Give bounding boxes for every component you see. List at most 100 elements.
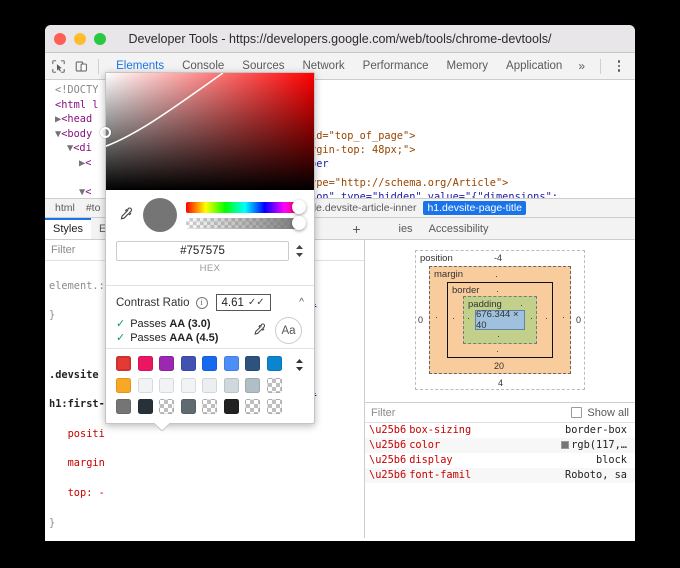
box-model-margin-bottom[interactable]: 20: [494, 361, 504, 371]
check-icon-aaa: ✓: [116, 331, 125, 344]
tab-properties[interactable]: ies: [391, 218, 421, 239]
palette-spinner-icon[interactable]: [295, 356, 304, 372]
box-model-margin-right[interactable]: ·: [562, 312, 565, 322]
saturation-cursor[interactable]: [100, 127, 111, 138]
palette-swatch-8[interactable]: [267, 356, 282, 371]
info-icon[interactable]: i: [196, 297, 208, 309]
palette-swatch-13[interactable]: [202, 378, 217, 393]
close-button[interactable]: [54, 33, 66, 45]
computed-filter-input[interactable]: Filter: [371, 407, 395, 419]
device-toolbar-icon[interactable]: [73, 56, 91, 76]
kebab-menu-icon[interactable]: [609, 60, 629, 72]
tab-styles[interactable]: Styles: [45, 218, 91, 239]
palette-swatch-21[interactable]: [202, 399, 217, 414]
color-picker-popup[interactable]: #757575 HEX Contrast Ratio i 4.61 ✓✓ ^: [105, 72, 315, 424]
tab-memory[interactable]: Memory: [438, 53, 498, 79]
palette-swatch-18[interactable]: [138, 399, 153, 414]
palette-swatch-6[interactable]: [224, 356, 239, 371]
show-all-checkbox[interactable]: [571, 407, 582, 418]
dom-line-doctype[interactable]: <!DOCTY: [55, 84, 98, 96]
alpha-slider-knob[interactable]: [292, 216, 306, 230]
computed-filter-bar[interactable]: Filter Show all: [365, 402, 635, 423]
tab-performance[interactable]: Performance: [354, 53, 438, 79]
computed-row-display[interactable]: \u25b6display block: [365, 453, 635, 468]
computed-value-box-sizing: border-box: [565, 423, 635, 438]
computed-row-color[interactable]: \u25b6color rgb(117,…: [365, 438, 635, 453]
dom-line-div[interactable]: <di: [73, 142, 92, 154]
dom-line-head[interactable]: <head: [61, 113, 92, 125]
more-panels-icon[interactable]: »: [571, 59, 592, 73]
contrast-ratio-value-box[interactable]: 4.61 ✓✓: [216, 294, 271, 311]
palette-swatch-22[interactable]: [224, 399, 239, 414]
box-model-border-left[interactable]: ·: [452, 313, 455, 323]
show-all-toggle[interactable]: Show all: [571, 407, 629, 419]
palette-swatch-4[interactable]: [181, 356, 196, 371]
palette-swatch-23[interactable]: [245, 399, 260, 414]
dom-line-html[interactable]: <html l: [55, 99, 98, 111]
palette-swatch-20[interactable]: [181, 399, 196, 414]
palette-swatch-16[interactable]: [267, 378, 282, 393]
palette-swatch-9[interactable]: [116, 378, 131, 393]
style-rule-h1-first[interactable]: h1:first-: [49, 398, 105, 410]
add-style-rule-button[interactable]: +: [342, 218, 370, 239]
box-model-border-right[interactable]: ·: [545, 313, 548, 323]
breadcrumb-item-html[interactable]: html: [51, 201, 79, 215]
dom-line-child-1[interactable]: <: [85, 157, 91, 169]
toolbar-right-group: »: [571, 59, 635, 74]
saturation-value-area[interactable]: [106, 73, 314, 190]
computed-name-display: display: [409, 453, 452, 468]
color-format-stepper[interactable]: [295, 244, 304, 258]
text-preview-button[interactable]: Aa: [275, 317, 302, 344]
palette-swatch-5[interactable]: [202, 356, 217, 371]
box-model-padding-bottom[interactable]: ·: [497, 331, 500, 341]
box-model-position-right[interactable]: 0: [576, 315, 581, 325]
palette-swatch-15[interactable]: [245, 378, 260, 393]
box-model-padding-right[interactable]: ·: [530, 313, 533, 323]
chevron-up-icon[interactable]: ^: [299, 297, 304, 308]
palette-swatch-17[interactable]: [116, 399, 131, 414]
alpha-slider[interactable]: [186, 218, 304, 229]
computed-row-box-sizing[interactable]: \u25b6box-sizing border-box: [365, 423, 635, 438]
box-model-content-box[interactable]: 676.344 × 40: [475, 310, 525, 330]
palette-swatch-12[interactable]: [181, 378, 196, 393]
box-model-position-bottom[interactable]: 4: [498, 378, 503, 388]
styles-filter-input[interactable]: Filter: [51, 244, 75, 256]
breadcrumb-item-page-title[interactable]: h1.devsite-page-title: [423, 201, 526, 215]
palette-swatch-10[interactable]: [138, 378, 153, 393]
breadcrumb-item-top[interactable]: #to: [82, 201, 105, 215]
palette-swatch-14[interactable]: [224, 378, 239, 393]
box-model-margin-top[interactable]: ·: [495, 271, 498, 281]
palette-swatch-2[interactable]: [138, 356, 153, 371]
box-model-padding-left[interactable]: ·: [467, 313, 470, 323]
palette-swatch-19[interactable]: [159, 399, 174, 414]
computed-row-font-family[interactable]: \u25b6font-famil Roboto, sa: [365, 468, 635, 483]
dom-line-child-2[interactable]: <: [85, 186, 91, 198]
dom-line-body[interactable]: <body: [61, 128, 92, 140]
contrast-eyedropper-icon[interactable]: [249, 321, 267, 341]
eyedropper-icon[interactable]: [116, 205, 134, 225]
palette-swatch-24[interactable]: [267, 399, 282, 414]
tab-accessibility[interactable]: Accessibility: [421, 218, 497, 239]
style-prop-margin[interactable]: margin: [68, 457, 105, 469]
style-prop-position[interactable]: positi: [68, 428, 105, 440]
inspect-element-icon[interactable]: [50, 56, 68, 76]
zoom-button[interactable]: [94, 33, 106, 45]
palette-swatch-7[interactable]: [245, 356, 260, 371]
palette-swatch-3[interactable]: [159, 356, 174, 371]
hue-slider-knob[interactable]: [292, 200, 306, 214]
hex-input[interactable]: #757575: [116, 241, 289, 261]
tab-application[interactable]: Application: [497, 53, 571, 79]
palette-swatch-1[interactable]: [116, 356, 131, 371]
box-model-position-left[interactable]: 0: [418, 315, 423, 325]
box-model-border-top[interactable]: ·: [496, 286, 499, 296]
palette-swatch-11[interactable]: [159, 378, 174, 393]
style-rule-devsite[interactable]: .devsite: [49, 369, 99, 381]
box-model-border-bottom[interactable]: ·: [496, 346, 499, 356]
style-prop-top[interactable]: top: -: [68, 487, 105, 499]
box-model-position-top[interactable]: -4: [494, 253, 502, 263]
box-model-margin-left[interactable]: ·: [435, 312, 438, 322]
minimize-button[interactable]: [74, 33, 86, 45]
style-rule-element[interactable]: element.:: [49, 280, 105, 292]
hue-slider[interactable]: [186, 202, 304, 213]
contrast-aa-text: Passes AA (3.0): [130, 318, 210, 330]
